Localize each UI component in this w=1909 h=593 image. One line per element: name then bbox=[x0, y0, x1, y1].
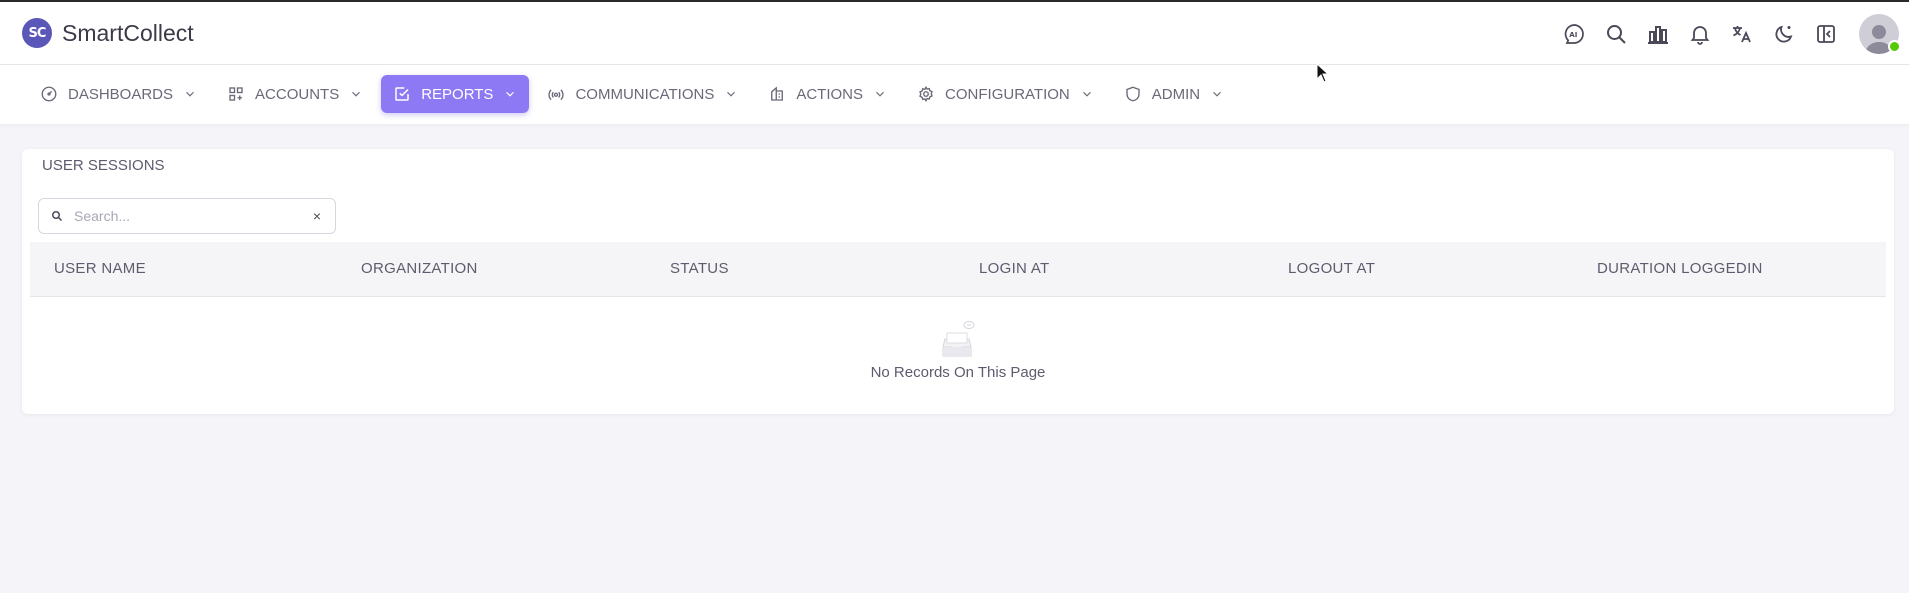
empty-inbox-icon bbox=[942, 321, 975, 357]
chevron-down-icon bbox=[186, 91, 194, 97]
nav-label: DASHBOARDS bbox=[68, 85, 174, 103]
nav-label: ADMIN bbox=[1151, 85, 1201, 103]
online-status-dot bbox=[1888, 39, 1901, 53]
nav-accounts[interactable]: ACCOUNTS bbox=[215, 75, 375, 113]
translate-icon[interactable] bbox=[1721, 13, 1763, 55]
empty-message: No Records On This Page bbox=[870, 364, 1046, 381]
user-sessions-card: USER SESSIONS × USER NAME ORGANIZATION S… bbox=[22, 149, 1894, 414]
search-icon bbox=[52, 211, 63, 222]
nav-actions[interactable]: ACTIONS bbox=[756, 75, 899, 113]
bar-chart-icon[interactable] bbox=[1637, 13, 1679, 55]
nav-label: ACTIONS bbox=[796, 85, 864, 103]
nav-label: REPORTS bbox=[421, 85, 494, 103]
ai-icon[interactable]: AI bbox=[1553, 13, 1595, 55]
broadcast-icon bbox=[548, 89, 565, 101]
sidebar-toggle-icon[interactable] bbox=[1805, 13, 1847, 55]
brand-logo: SC bbox=[22, 18, 52, 48]
top-toolbar: AI bbox=[1553, 2, 1909, 65]
nav-label: ACCOUNTS bbox=[255, 85, 340, 103]
search-box[interactable]: × bbox=[38, 198, 336, 234]
nav-dashboards[interactable]: DASHBOARDS bbox=[28, 75, 209, 113]
dashboard-icon bbox=[41, 86, 57, 102]
clear-search-icon[interactable]: × bbox=[313, 208, 321, 224]
top-bar: SC SmartCollect AI bbox=[0, 2, 1909, 65]
mouse-cursor-icon bbox=[1316, 63, 1330, 83]
table-header: USER NAME ORGANIZATION STATUS LOGIN AT L… bbox=[30, 242, 1886, 297]
moon-icon[interactable] bbox=[1763, 13, 1805, 55]
column-header-duration-loggedin[interactable]: DURATION LOGGEDIN bbox=[1597, 242, 1763, 296]
nav-label: CONFIGURATION bbox=[945, 85, 1070, 103]
column-header-logout-at[interactable]: LOGOUT AT bbox=[1288, 242, 1375, 296]
nav-communications[interactable]: COMMUNICATIONS bbox=[535, 75, 750, 113]
card-title: USER SESSIONS bbox=[42, 157, 165, 174]
chevron-down-icon bbox=[727, 91, 736, 97]
chevron-down-icon bbox=[1082, 91, 1091, 97]
svg-text:AI: AI bbox=[1569, 31, 1577, 39]
search-input[interactable] bbox=[72, 207, 296, 225]
nav-admin[interactable]: ADMIN bbox=[1112, 75, 1236, 113]
accounts-icon bbox=[229, 87, 243, 101]
actions-icon bbox=[771, 86, 784, 101]
column-header-login-at[interactable]: LOGIN AT bbox=[979, 242, 1049, 296]
chevron-down-icon bbox=[506, 91, 515, 97]
chevron-down-icon bbox=[1213, 91, 1222, 97]
nav-label: COMMUNICATIONS bbox=[575, 85, 715, 103]
nav-reports[interactable]: REPORTS bbox=[381, 75, 530, 113]
user-avatar[interactable] bbox=[1859, 13, 1901, 54]
shield-icon bbox=[1126, 86, 1140, 102]
reports-icon bbox=[395, 87, 409, 101]
chevron-down-icon bbox=[352, 91, 361, 97]
gear-icon bbox=[919, 85, 933, 103]
column-header-organization[interactable]: ORGANIZATION bbox=[361, 242, 478, 296]
column-header-status[interactable]: STATUS bbox=[670, 242, 729, 296]
brand[interactable]: SC SmartCollect bbox=[22, 18, 194, 48]
chevron-down-icon bbox=[876, 91, 884, 97]
search-icon[interactable] bbox=[1595, 13, 1637, 55]
column-header-user-name[interactable]: USER NAME bbox=[54, 242, 146, 296]
nav-configuration[interactable]: CONFIGURATION bbox=[905, 75, 1106, 113]
brand-name: SmartCollect bbox=[62, 19, 194, 46]
empty-state: No Records On This Page bbox=[22, 319, 1894, 381]
bell-icon[interactable] bbox=[1679, 13, 1721, 55]
main-navigation: DASHBOARDS ACCOUNTS REPORTS COMMUNICATIO… bbox=[0, 65, 1909, 124]
